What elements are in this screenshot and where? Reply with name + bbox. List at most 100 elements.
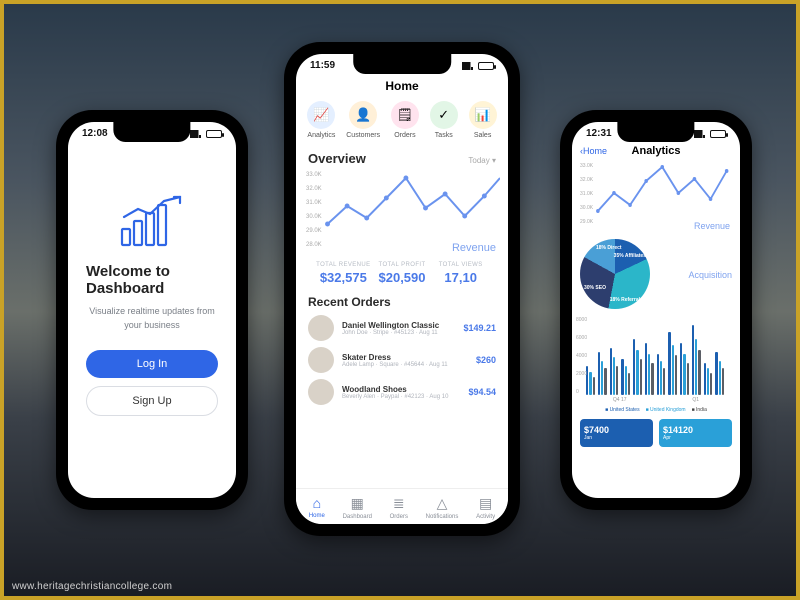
stat-label: TOTAL PROFIT (373, 262, 432, 268)
tab-label: Home (309, 513, 325, 519)
ytick: 31.0K (306, 200, 322, 206)
order-avatar (308, 315, 334, 341)
summary-card[interactable]: $7400 Jan (580, 419, 653, 447)
bar (672, 345, 674, 395)
welcome-title: Welcome to Dashboard (86, 263, 218, 297)
signal-icon (462, 62, 474, 70)
summary-card[interactable]: $14120 Apr (659, 419, 732, 447)
category-label: Analytics (307, 132, 335, 139)
bar (668, 332, 670, 395)
welcome-subtitle: Visualize realtime updates from your bus… (86, 305, 218, 332)
pie-slice-label: 18% Referral (610, 297, 640, 303)
bar (663, 368, 665, 395)
stat-value: $20,590 (373, 270, 432, 285)
activity-icon: ▤ (479, 495, 492, 512)
category-tasks[interactable]: ✓ Tasks (430, 101, 458, 139)
xlabel: Q1 (692, 397, 699, 403)
category-orders[interactable]: 🗒 Orders (391, 101, 419, 139)
ytick: 32.0K (306, 186, 322, 192)
status-time: 12:08 (82, 128, 108, 139)
pie-slice-label: 30% SEO (584, 285, 606, 291)
tab-label: Orders (390, 514, 408, 520)
category-label: Customers (346, 132, 380, 139)
ytick: 29.0K (306, 228, 322, 234)
bar (628, 373, 630, 395)
ytick: 2000 (576, 371, 587, 377)
tab-notifications[interactable]: △ Notifications (426, 495, 459, 520)
category-row: 📈 Analytics 👤 Customers 🗒 Orders ✓ Tasks… (296, 101, 508, 147)
tab-dashboard[interactable]: ▦ Dashboard (343, 495, 372, 520)
bar (621, 359, 623, 395)
acquisition-pie-chart: 18% Direct 35% Affiliates 30% SEO 18% Re… (580, 239, 650, 309)
order-price: $260 (476, 355, 496, 365)
category-icon: 🗒 (391, 101, 419, 129)
stat: TOTAL REVENUE $32,575 (314, 262, 373, 285)
quarterly-bar-chart: 8000 6000 4000 2000 0 (580, 315, 732, 395)
stat-value: 17,10 (431, 270, 490, 285)
stats-row: TOTAL REVENUE $32,575 TOTAL PROFIT $20,5… (308, 262, 496, 285)
card-value: $7400 (584, 425, 649, 435)
ytick: 30.0K (306, 214, 322, 220)
home-icon: ⌂ (313, 495, 321, 511)
ytick: 31.0K (580, 191, 593, 197)
bar (613, 357, 615, 395)
bar (593, 377, 595, 395)
ytick: 6000 (576, 335, 587, 341)
tab-orders[interactable]: ≣ Orders (390, 495, 408, 520)
battery-icon (478, 62, 494, 70)
ytick: 33.0K (580, 163, 593, 169)
ytick: 8000 (576, 317, 587, 323)
overview-line-chart: 33.0K 32.0K 31.0K 30.0K 29.0K 28.0K Reve… (304, 172, 500, 258)
bar (692, 325, 694, 395)
notifications-icon: △ (437, 495, 448, 512)
period-selector[interactable]: Today ▾ (468, 156, 496, 165)
category-sales[interactable]: 📊 Sales (469, 101, 497, 139)
phone-home: 11:59 Home 📈 Analytics 👤 Customers 🗒 Ord… (284, 42, 520, 536)
ytick: 32.0K (580, 177, 593, 183)
notch (353, 54, 451, 74)
order-meta: Beverly Alen · Paypal · #42123 · Aug 10 (342, 394, 460, 400)
bar (707, 368, 709, 395)
category-icon: 📈 (307, 101, 335, 129)
bar (598, 352, 600, 395)
orders-icon: ≣ (393, 495, 405, 512)
bar (645, 343, 647, 395)
tab-home[interactable]: ⌂ Home (309, 495, 325, 520)
welcome-chart-icon (116, 195, 188, 249)
bar (704, 363, 706, 395)
bar (610, 348, 612, 395)
bar (722, 368, 724, 395)
order-row[interactable]: Daniel Wellington Classic John Doe · Str… (308, 315, 496, 341)
back-button[interactable]: ‹ Home (580, 146, 607, 156)
legend-item: India (692, 407, 707, 413)
category-customers[interactable]: 👤 Customers (346, 101, 380, 139)
order-meta: Adele Lamp · Square · #45644 · Aug 11 (342, 362, 468, 368)
bar (675, 355, 677, 395)
signal-icon (190, 130, 202, 138)
signup-button[interactable]: Sign Up (86, 386, 218, 416)
order-row[interactable]: Woodland Shoes Beverly Alen · Paypal · #… (308, 379, 496, 405)
bar (680, 343, 682, 395)
ytick: 4000 (576, 353, 587, 359)
stat-label: TOTAL REVENUE (314, 262, 373, 268)
legend-item: United States (605, 407, 639, 413)
login-button[interactable]: Log In (86, 350, 218, 378)
category-analytics[interactable]: 📈 Analytics (307, 101, 335, 139)
battery-icon (206, 130, 222, 138)
cards-row: $7400 Jan $14120 Apr (580, 419, 732, 447)
ytick: 29.0K (580, 219, 593, 225)
category-icon: ✓ (430, 101, 458, 129)
chart-tag: Revenue (452, 242, 496, 254)
dashboard-icon: ▦ (351, 495, 364, 512)
pie-slice-label: 18% Direct (596, 245, 622, 251)
bar (589, 372, 591, 395)
stat-value: $32,575 (314, 270, 373, 285)
bar (657, 354, 659, 395)
order-row[interactable]: Skater Dress Adele Lamp · Square · #4564… (308, 347, 496, 373)
ytick: 33.0K (306, 172, 322, 178)
page-title: Analytics (632, 145, 681, 157)
battery-icon (710, 130, 726, 138)
bar (616, 366, 618, 395)
tab-activity[interactable]: ▤ Activity (476, 495, 495, 520)
overview-title: Overview (308, 151, 366, 166)
